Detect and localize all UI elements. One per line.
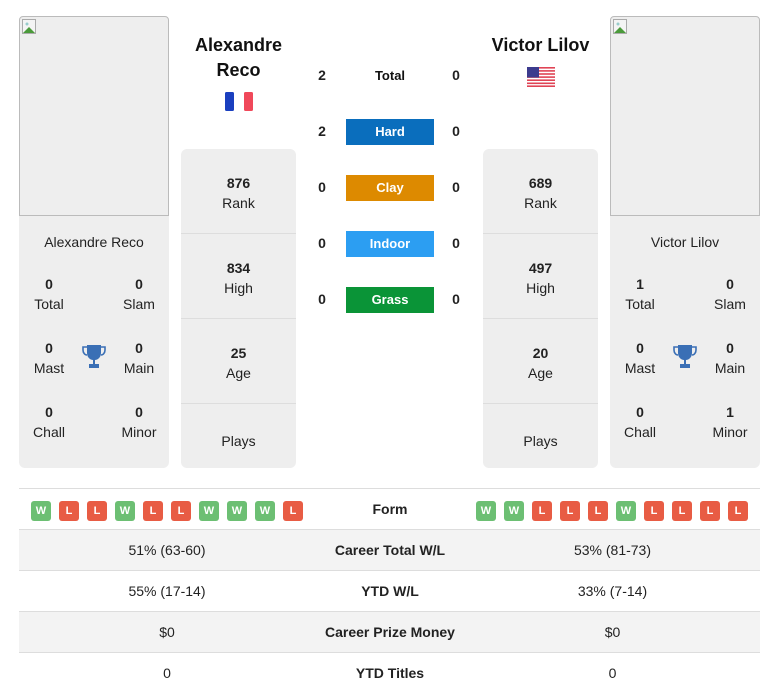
trophy-icon [673,345,697,368]
table-row: 0 YTD Titles 0 [163,665,617,681]
right-titles-main: 0 Main [714,340,746,376]
form-win-badge[interactable]: W [115,501,135,521]
right-high: 497 High [483,234,598,319]
form-loss-badge[interactable]: L [59,501,79,521]
form-loss-badge[interactable]: L [588,501,608,521]
right-titles-minor: 1 Minor [712,404,748,440]
surface-clay-badge: Clay [346,175,434,201]
right-player-name[interactable]: Victor Lilov [483,33,598,58]
left-player-photo [19,16,169,216]
form-label: Form [372,501,408,517]
form-win-badge[interactable]: W [616,501,636,521]
form-loss-badge[interactable]: L [87,501,107,521]
table-row: $0 Career Prize Money $0 [19,612,760,653]
right-player-card: Victor Lilov 1 Total 0 Slam 0 Mast 0 Main 0C… [610,16,760,468]
right-stats-column: 689 Rank 497 High 20 Age Plays [483,149,598,468]
form-loss-badge[interactable]: L [728,501,748,521]
left-titles-total: 0 Total [34,276,64,312]
flag-usa-icon [527,67,555,87]
right-player-photo [610,16,760,216]
right-titles-mast: 0 Mast [624,340,656,376]
h2h-clay-row: 0 Clay 0 [310,175,470,203]
form-win-badge[interactable]: W [227,501,247,521]
form-win-badge[interactable]: W [476,501,496,521]
left-titles-slam: 0 Slam [123,276,155,312]
right-titles-slam: 0 Slam [714,276,746,312]
right-titles-chall: 0 Chall [624,404,656,440]
left-titles-grid: 0 Total 0 Slam 0 Mast 0 Main 0 Chall 0 Minor [19,250,169,450]
left-rank: 876 Rank [181,149,296,234]
right-form-badges: WWLLLWLLLL [476,501,748,521]
h2h-grass-row: 0 Grass 0 [310,287,470,315]
form-win-badge[interactable]: W [504,501,524,521]
h2h-hard-row: 2 Hard 0 [310,119,470,147]
form-row: WLLWLLWWWL Form WWLLLWLLLL [19,489,760,530]
comparison-table: WLLWLLWWWL Form WWLLLWLLLL 51% (63-60) C… [19,488,760,694]
left-titles-chall: 0 Chall [33,404,65,440]
left-titles-minor: 0 Minor [121,404,157,440]
left-form-badges: WLLWLLWWWL [31,501,303,521]
h2h-total-label: Total [374,68,406,83]
form-loss-badge[interactable]: L [672,501,692,521]
left-player-card: Alexandre Reco 0 Total 0 Slam 0 Mast 0 Main … [19,16,169,468]
right-titles-total: 1 Total [625,276,655,312]
broken-image-icon [613,19,627,34]
trophy-icon [82,345,106,368]
form-loss-badge[interactable]: L [143,501,163,521]
right-rank: 689 Rank [483,149,598,234]
left-player-card-name: Alexandre Reco [44,234,144,250]
surface-hard-badge: Hard [346,119,434,145]
left-titles-main: 0 Main [123,340,155,376]
h2h-total-row: 2 Total 0 [310,63,470,91]
form-loss-badge[interactable]: L [283,501,303,521]
left-stats-column: 876 Rank 834 High 25 Age Plays [181,149,296,468]
form-loss-badge[interactable]: L [700,501,720,521]
table-row: 51% (63-60) Career Total W/L 53% (81-73) [19,530,760,571]
left-player-name[interactable]: Alexandre Reco [181,33,296,83]
form-win-badge[interactable]: W [255,501,275,521]
form-loss-badge[interactable]: L [532,501,552,521]
left-plays: Plays [221,433,256,449]
form-win-badge[interactable]: W [31,501,51,521]
left-age: 25 Age [181,319,296,404]
left-high: 834 High [181,234,296,319]
form-loss-badge[interactable]: L [560,501,580,521]
right-player-card-name: Victor Lilov [650,234,720,250]
broken-image-icon [22,19,36,34]
flag-france-icon [225,92,253,111]
table-row: 55% (17-14) YTD W/L 33% (7-14) [19,571,760,612]
form-win-badge[interactable]: W [199,501,219,521]
right-plays: Plays [523,433,558,449]
form-loss-badge[interactable]: L [644,501,664,521]
h2h-indoor-row: 0 Indoor 0 [310,231,470,259]
form-loss-badge[interactable]: L [171,501,191,521]
left-titles-mast: 0 Mast [33,340,65,376]
right-age: 20 Age [483,319,598,404]
right-titles-grid: 1 Total 0 Slam 0 Mast 0 Main 0 Chall 1 Minor [610,250,760,450]
surface-grass-badge: Grass [346,287,434,313]
surface-indoor-badge: Indoor [346,231,434,257]
